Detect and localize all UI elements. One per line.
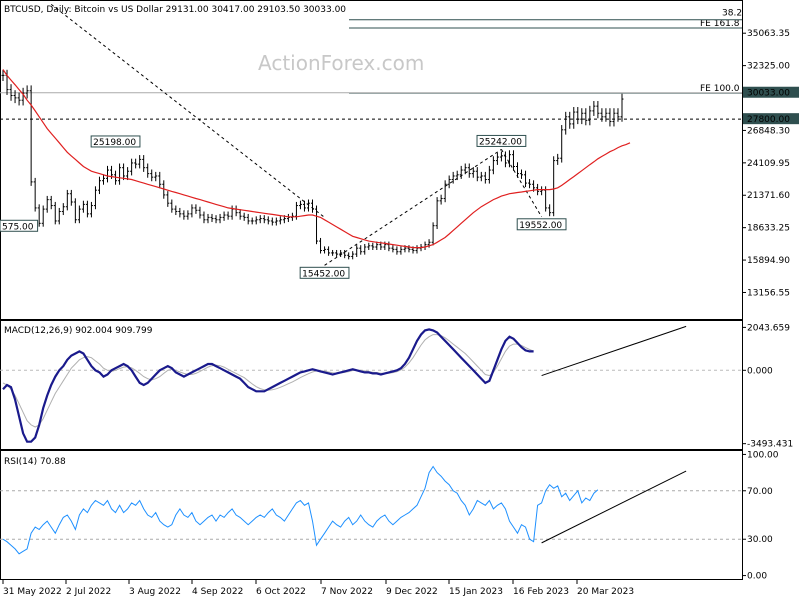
rsi-tick-label: 30.00 bbox=[747, 535, 773, 545]
price-tick-label: 13156.55 bbox=[747, 288, 790, 298]
x-tick-label: 16 Feb 2023 bbox=[513, 587, 569, 597]
annotation-label: 25198.00 bbox=[93, 138, 136, 148]
rsi-tick-label: 70.00 bbox=[747, 487, 773, 497]
price-tick-label: 35063.35 bbox=[747, 29, 790, 39]
x-tick-label: 9 Dec 2022 bbox=[386, 587, 438, 597]
macd-panel-frame bbox=[0, 320, 743, 450]
price-tick-label: 24109.95 bbox=[747, 159, 790, 169]
x-tick-label: 7 Nov 2022 bbox=[321, 587, 373, 597]
annotation-label: 575.00 bbox=[2, 222, 34, 232]
price-tick-label: 21371.60 bbox=[747, 191, 790, 201]
rsi-label: RSI(14) 70.88 bbox=[4, 457, 66, 467]
price-tick-label: 15894.90 bbox=[747, 256, 790, 266]
price-mark-label: 30033.00 bbox=[747, 89, 790, 99]
price-panel-frame bbox=[0, 0, 743, 320]
x-tick-label: 15 Jan 2023 bbox=[449, 587, 503, 597]
annotation-label: 15452.00 bbox=[302, 269, 345, 279]
watermark: ActionForex.com bbox=[258, 51, 424, 75]
x-tick-label: 3 Aug 2022 bbox=[129, 587, 181, 597]
x-tick-label: 6 Oct 2022 bbox=[256, 587, 306, 597]
rsi-tick-label: 100.00 bbox=[747, 450, 779, 460]
x-tick-label: 2 Jul 2022 bbox=[66, 587, 111, 597]
chart-title: BTCUSD, Daily: Bitcoin vs US Dollar 2913… bbox=[4, 5, 346, 15]
price-tick-label: 18633.25 bbox=[747, 224, 790, 234]
macd-label: MACD(12,26,9) 902.004 909.799 bbox=[4, 326, 153, 336]
chart-root: ActionForex.com BTCUSD, Daily: Bitcoin v… bbox=[0, 0, 800, 600]
price-mark-label: 27800.00 bbox=[747, 115, 790, 125]
x-tick-label: 4 Sep 2022 bbox=[192, 587, 243, 597]
x-tick-label: 20 Mar 2023 bbox=[577, 587, 634, 597]
macd-tick-label: 0.000 bbox=[747, 366, 773, 376]
price-tick-label: 32325.00 bbox=[747, 62, 790, 72]
macd-tick-label: -3493.431 bbox=[747, 440, 793, 450]
annotation-label: 19552.00 bbox=[519, 221, 562, 231]
level-label-382: 38.2 bbox=[722, 9, 742, 19]
rsi-panel-frame bbox=[0, 450, 743, 580]
annotation-label: 25242.00 bbox=[479, 137, 522, 147]
chart-canvas: ActionForex.com BTCUSD, Daily: Bitcoin v… bbox=[0, 0, 799, 597]
rsi-tick-label: 0.00 bbox=[747, 572, 767, 582]
macd-tick-label: 2043.659 bbox=[747, 323, 790, 333]
price-tick-label: 26848.30 bbox=[747, 126, 790, 136]
level-label: FE 161.8 bbox=[700, 19, 740, 29]
x-tick-label: 31 May 2022 bbox=[3, 587, 62, 597]
